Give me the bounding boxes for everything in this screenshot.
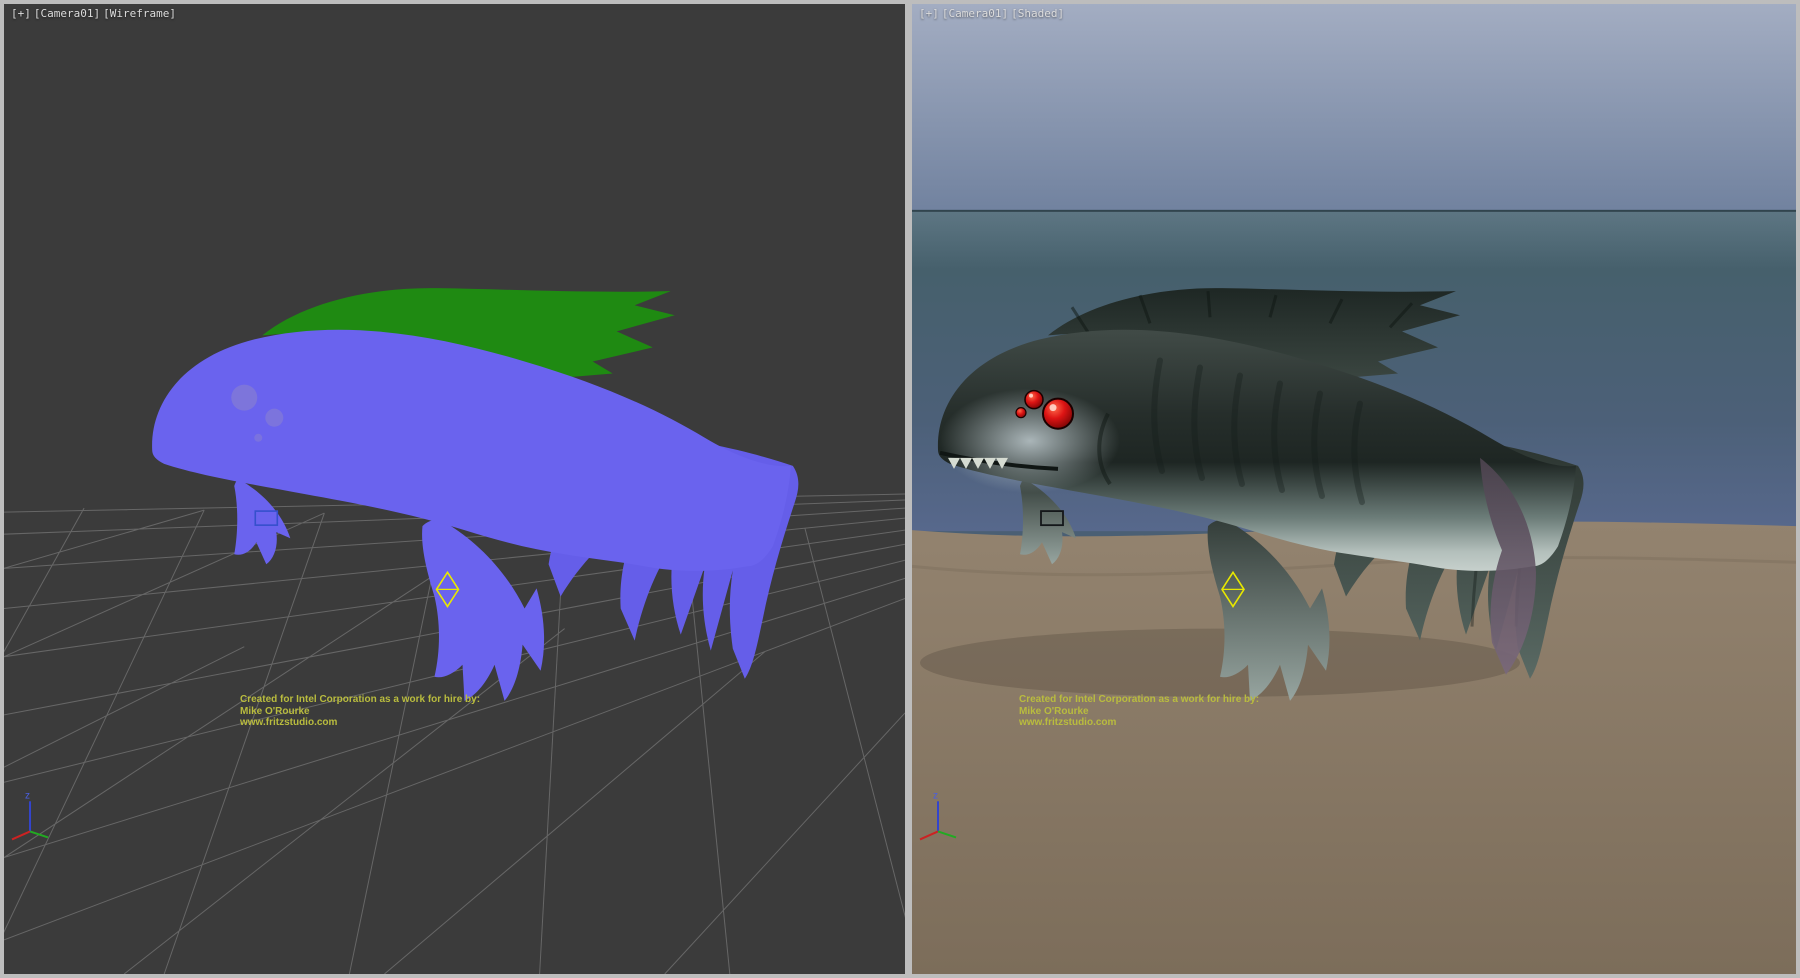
fish-pelvic-fin (422, 520, 544, 701)
fish-eye-spot (231, 385, 257, 411)
annotation-line-3: www.fritzstudio.com (240, 717, 480, 729)
fish-model[interactable] (152, 288, 798, 701)
fish-eye-medium (1025, 391, 1043, 409)
annotation-line-1: Created for Intel Corporation as a work … (240, 694, 480, 706)
annotation-line-1: Created for Intel Corporation as a work … (1019, 694, 1259, 706)
wireframe-scene: z (4, 4, 905, 974)
fish-eye-spot (254, 434, 262, 442)
viewport-shading-menu[interactable]: [Shaded] (1011, 7, 1064, 20)
annotation-line-2: Mike O'Rourke (1019, 706, 1259, 718)
viewport-menu-bar: [+] [Camera01] [Shaded] (919, 7, 1064, 20)
annotation-line-2: Mike O'Rourke (240, 706, 480, 718)
viewport-general-menu[interactable]: [+] (11, 7, 31, 20)
copyright-annotation: Created for Intel Corporation as a work … (1019, 694, 1259, 729)
viewport-shading-menu[interactable]: [Wireframe] (103, 7, 176, 20)
fish-pectoral-fin (234, 479, 290, 564)
axis-y (30, 831, 48, 837)
ground-plane (912, 522, 1796, 974)
viewport-menu-bar: [+] [Camera01] [Wireframe] (11, 7, 176, 20)
viewport-wireframe[interactable]: [+] [Camera01] [Wireframe] (4, 4, 905, 974)
viewport-camera-menu[interactable]: [Camera01] (34, 7, 100, 20)
annotation-line-3: www.fritzstudio.com (1019, 717, 1259, 729)
fish-eye-spot (265, 409, 283, 427)
fish-ground-shadow (920, 629, 1520, 697)
shaded-scene: z (912, 4, 1796, 974)
fish-eye-highlight (1029, 394, 1033, 398)
viewport-layout: [+] [Camera01] [Wireframe] (0, 0, 1800, 978)
fish-eye-highlight (1050, 404, 1057, 411)
viewport-shaded[interactable]: [+] [Camera01] [Shaded] (912, 4, 1796, 974)
viewport-general-menu[interactable]: [+] (919, 7, 939, 20)
fish-eye-small (1016, 408, 1026, 418)
viewport-camera-menu[interactable]: [Camera01] (942, 7, 1008, 20)
axis-z-label: z (25, 790, 30, 801)
fish-eye-large (1043, 399, 1073, 429)
axis-x (12, 831, 30, 839)
axis-z-label: z (933, 790, 938, 801)
copyright-annotation: Created for Intel Corporation as a work … (240, 694, 480, 729)
sky-upper (912, 4, 1796, 212)
